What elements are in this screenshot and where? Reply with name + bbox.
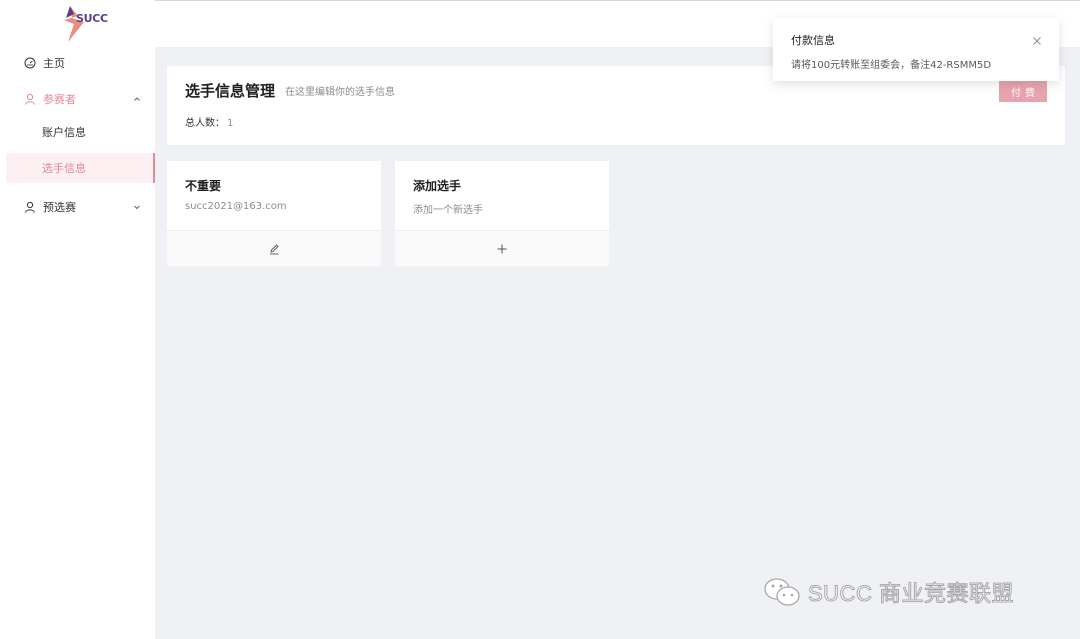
player-card-email: succ2021@163.com [185,201,287,212]
sidebar-item-qualifier[interactable]: 预选赛 [0,189,155,225]
total-count-label: 总人数： [185,118,225,129]
edit-player-button[interactable] [167,230,381,266]
logo[interactable]: SUCC [58,2,108,44]
add-player-card-desc: 添加一个新选手 [413,205,483,216]
user-icon [24,93,36,105]
notification-body: 请将100元转账至组委会，备注42-RSMM5D [791,60,992,71]
logo-text: SUCC [76,12,108,25]
player-card-title: 不重要 [185,179,222,193]
chevron-down-icon [132,202,142,212]
watermark-text: SUCC 商业竞赛联盟 [808,581,1014,607]
sidebar-item-label: 账户信息 [42,126,86,139]
player-card: 不重要 succ2021@163.com [167,161,381,266]
main-content: 选手信息管理 在这里编辑你的选手信息 总人数： 1 付费 不重要 succ2021… [155,47,1080,639]
total-count: 总人数： 1 [185,114,233,129]
sidebar-menu: 主页 参赛者 账户信息 选手信息 预选赛 [0,45,155,225]
sidebar-item-player-info[interactable]: 选手信息 [6,153,155,183]
sidebar-item-label: 主页 [43,57,65,70]
payment-notification: 付款信息 请将100元转账至组委会，备注42-RSMM5D [773,18,1059,81]
top-border [0,0,1080,1]
wechat-icon [764,578,800,606]
close-icon[interactable] [1031,32,1043,45]
page-title: 选手信息管理 [185,82,276,100]
sidebar-item-home[interactable]: 主页 [0,45,155,81]
notification-title: 付款信息 [791,34,835,47]
plus-icon [497,244,507,253]
sidebar-item-label: 预选赛 [43,201,76,214]
total-count-value: 1 [227,118,234,129]
sidebar: SUCC 主页 参赛者 账户信息 选手信息 预选赛 [0,0,155,639]
sidebar-item-participants[interactable]: 参赛者 [0,81,155,117]
sidebar-item-label: 选手信息 [42,162,86,175]
user-icon [24,201,36,213]
add-player-card: 添加选手 添加一个新选手 [395,161,609,266]
add-player-button[interactable] [395,230,609,266]
chevron-up-icon [132,94,142,104]
app-window: SUCC 主页 参赛者 账户信息 选手信息 预选赛 选手信息管理 在这里编辑你的… [0,0,1080,639]
page-subtitle: 在这里编辑你的选手信息 [285,87,395,98]
watermark: SUCC 商业竞赛联盟 [762,575,1062,609]
sidebar-item-label: 参赛者 [43,93,76,106]
pay-button[interactable]: 付费 [999,80,1047,102]
edit-icon [270,243,279,254]
dashboard-icon [24,57,36,69]
sidebar-item-account-info[interactable]: 账户信息 [0,117,155,147]
add-player-card-title: 添加选手 [413,179,462,193]
